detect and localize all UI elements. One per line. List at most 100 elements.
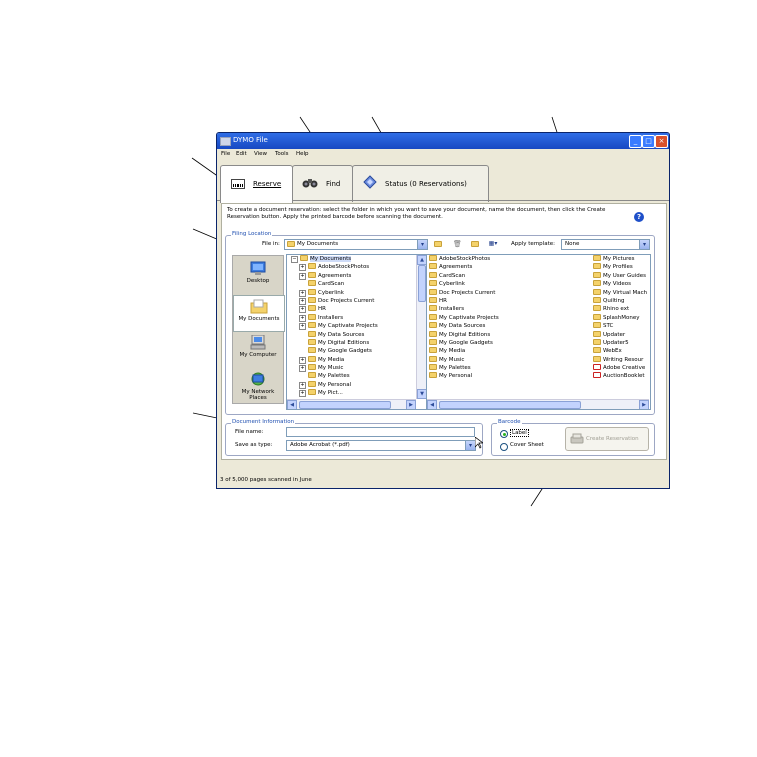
menu-edit[interactable]: Edit (236, 151, 247, 157)
radio-label[interactable] (500, 430, 508, 438)
expand-icon[interactable]: + (299, 297, 306, 305)
tree-scroll-thumb[interactable] (418, 265, 426, 302)
tree-vertical-scrollbar[interactable]: ▲ ▼ (416, 255, 426, 399)
tree-item[interactable]: + Installers (289, 313, 414, 322)
file-item[interactable]: My Palettes (429, 364, 579, 372)
tree-item[interactable]: + Cyberlink (289, 288, 414, 297)
file-item[interactable]: My Personal (429, 372, 579, 380)
scroll-right-icon[interactable]: ▶ (639, 400, 649, 409)
up-folder-icon[interactable] (432, 239, 443, 249)
file-item[interactable]: My Digital Editions (429, 330, 579, 339)
file-item[interactable]: Writing Resour (593, 355, 649, 364)
file-item[interactable]: HR (429, 296, 579, 305)
delete-icon[interactable]: 🗑 (452, 239, 463, 249)
menu-view[interactable]: View (254, 151, 267, 157)
title-bar[interactable]: DYMO File _ □ × (217, 133, 669, 149)
file-item[interactable]: AdobeStockPhotos (429, 255, 579, 263)
file-item[interactable]: My Videos (593, 280, 649, 288)
file-item[interactable]: Installers (429, 305, 579, 313)
file-item[interactable]: SplashMoney (593, 313, 649, 322)
maximize-button[interactable]: □ (642, 135, 655, 148)
tree-hscroll-thumb[interactable] (299, 401, 391, 409)
apply-template-combobox[interactable]: None ▾ (561, 239, 650, 250)
place-desktop[interactable]: Desktop (233, 258, 283, 293)
tree-item[interactable]: My Palettes (289, 372, 414, 380)
chevron-down-icon[interactable]: ▾ (417, 240, 427, 249)
scroll-left-icon[interactable]: ◀ (287, 400, 297, 409)
file-item[interactable]: My Profiles (593, 263, 649, 271)
file-list-hscroll-thumb[interactable] (439, 401, 581, 409)
new-folder-icon[interactable] (469, 239, 480, 249)
menu-help[interactable]: Help (296, 151, 309, 157)
file-list-horizontal-scrollbar[interactable]: ◀ ▶ (427, 399, 649, 409)
tree-item[interactable]: + My Captivate Projects (289, 322, 414, 331)
tree-horizontal-scrollbar[interactable]: ◀ ▶ (287, 399, 416, 409)
tree-item[interactable]: + My Personal (289, 380, 414, 389)
tree-item[interactable]: + HR (289, 305, 414, 314)
collapse-icon[interactable]: − (291, 256, 298, 263)
scroll-left-icon[interactable]: ◀ (427, 400, 437, 409)
tree-root[interactable]: − My Documents (289, 255, 414, 263)
tab-find[interactable]: Find (292, 165, 353, 202)
expand-icon[interactable]: + (299, 314, 306, 322)
file-item[interactable]: My Music (429, 355, 579, 364)
file-item[interactable]: Updater (593, 330, 649, 339)
expand-icon[interactable]: + (299, 289, 306, 297)
tree-item[interactable]: My Digital Editions (289, 338, 414, 347)
file-item[interactable]: My Pictures (593, 255, 649, 263)
tree-item[interactable]: + My Pict... (289, 389, 414, 398)
file-item[interactable]: CardScan (429, 271, 579, 280)
expand-icon[interactable]: + (299, 323, 306, 331)
help-icon[interactable]: ? (634, 212, 644, 222)
file-item[interactable]: Doc Projects Current (429, 288, 579, 297)
tree-item[interactable]: My Google Gadgets (289, 347, 414, 355)
file-item[interactable]: My Captivate Projects (429, 313, 579, 322)
tab-status[interactable]: Status (0 Reservations) (352, 165, 489, 202)
tree-item[interactable]: + Agreements (289, 271, 414, 280)
file-item[interactable]: My Virtual Mach (593, 288, 649, 297)
file-name-input[interactable] (286, 427, 475, 437)
tree-item[interactable]: + My Music (289, 364, 414, 373)
file-item[interactable]: Agreements (429, 263, 579, 271)
file-item[interactable]: My Data Sources (429, 322, 579, 330)
expand-icon[interactable]: + (299, 390, 306, 398)
expand-icon[interactable]: + (299, 264, 306, 272)
folder-tree-pane[interactable]: − My Documents + AdobeStockPhotos + Agreeme… (286, 254, 427, 410)
menu-tools[interactable]: Tools (275, 151, 289, 157)
views-menu-icon[interactable]: ▦▾ (485, 239, 501, 249)
place-my-network-places[interactable]: My Network Places (233, 369, 283, 404)
scroll-right-icon[interactable]: ▶ (406, 400, 416, 409)
tree-item[interactable]: CardScan (289, 280, 414, 288)
chevron-down-icon[interactable]: ▾ (639, 240, 649, 249)
file-item[interactable]: My Media (429, 347, 579, 355)
expand-icon[interactable]: + (299, 365, 306, 373)
expand-icon[interactable]: + (299, 381, 306, 389)
file-item[interactable]: Adobe Creative (593, 364, 649, 372)
file-item[interactable]: AuctionBooklet (593, 372, 649, 380)
expand-icon[interactable]: + (299, 306, 306, 314)
file-list-pane[interactable]: AdobeStockPhotos Agreements CardScan Cyb… (426, 254, 651, 410)
file-item[interactable]: My User Guides (593, 271, 649, 280)
expand-icon[interactable]: + (299, 272, 306, 280)
file-item[interactable]: Quilting (593, 296, 649, 305)
place-my-documents[interactable]: My Documents (233, 295, 285, 332)
create-reservation-button[interactable]: Create Reservation (565, 427, 649, 451)
file-item[interactable]: Rhino ext (593, 305, 649, 313)
radio-cover-sheet[interactable] (500, 443, 508, 451)
expand-icon[interactable]: + (299, 356, 306, 364)
file-item[interactable]: Updater5 (593, 338, 649, 347)
chevron-down-icon[interactable]: ▾ (465, 441, 475, 450)
minimize-button[interactable]: _ (629, 135, 642, 148)
close-button[interactable]: × (655, 135, 668, 148)
tree-item[interactable]: + My Media (289, 355, 414, 364)
file-item[interactable]: STC (593, 322, 649, 330)
tree-item[interactable]: My Data Sources (289, 330, 414, 339)
file-item[interactable]: My Google Gadgets (429, 338, 579, 347)
tree-item[interactable]: + Doc Projects Current (289, 296, 414, 305)
file-in-combobox[interactable]: My Documents ▾ (284, 239, 428, 250)
place-my-computer[interactable]: My Computer (233, 332, 283, 367)
save-as-type-combobox[interactable]: Adobe Acrobat (*.pdf) ▾ (286, 440, 476, 451)
file-item[interactable]: Cyberlink (429, 280, 579, 288)
menu-file[interactable]: File (221, 151, 230, 157)
file-item[interactable]: WebEx (593, 347, 649, 355)
